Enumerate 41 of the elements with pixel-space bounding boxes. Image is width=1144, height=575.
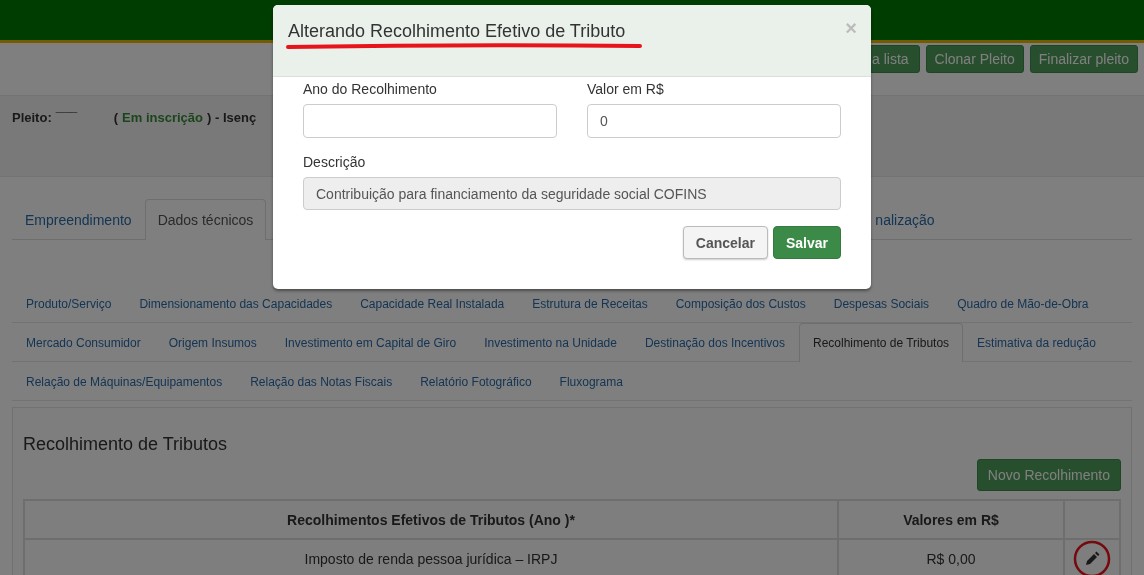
subtab[interactable]: Origem Insumos xyxy=(154,323,271,361)
field-label: Valor em R$ xyxy=(587,81,664,97)
subtab[interactable]: Mercado Consumidor xyxy=(12,323,155,361)
header-button[interactable]: a lista xyxy=(869,45,920,73)
subtab[interactable]: Estimativa da redução xyxy=(963,323,1110,361)
header-button[interactable]: Clonar Pleito xyxy=(925,45,1024,73)
tab[interactable]: Empreendimento xyxy=(12,199,145,239)
subtab[interactable]: Relação de Máquinas/Equipamentos xyxy=(12,362,237,400)
pencil-icon[interactable] xyxy=(1084,551,1100,568)
new-button[interactable]: Novo Recolhimento xyxy=(976,459,1121,491)
subtab[interactable]: Fluxograma xyxy=(545,362,637,400)
input-field[interactable]: 0 xyxy=(587,104,841,138)
header-button[interactable]: Finalizar pleito xyxy=(1029,45,1138,73)
pleito-paren: ( xyxy=(113,110,119,125)
subtab[interactable]: Relatório Fotográfico xyxy=(406,362,546,400)
pleito-value: ¯¯¯ xyxy=(55,110,79,125)
subtab[interactable]: Investimento na Unidade xyxy=(470,323,631,361)
field-label: Ano do Recolhimento xyxy=(303,81,437,97)
column-header: Recolhimentos Efetivos de Tributos (Ano )* xyxy=(24,500,838,539)
table-cell: Imposto de renda pessoa jurídica – IRPJ xyxy=(24,539,838,575)
tab[interactable]: nalização xyxy=(874,199,948,239)
close-button[interactable]: × xyxy=(845,17,857,40)
input-field[interactable] xyxy=(303,104,557,138)
pleito-status: Em inscrição xyxy=(122,110,203,125)
subtab[interactable]: Produto/Serviço xyxy=(12,284,126,322)
field-label: Descrição xyxy=(303,154,366,170)
pleito-label: Pleito: xyxy=(12,110,52,125)
subtab[interactable]: Quadro de Mão-de-Obra xyxy=(943,284,1103,322)
subtab[interactable]: Dimensionamento das Capacidades xyxy=(125,284,347,322)
tab[interactable]: Dados técnicos xyxy=(144,199,267,240)
subtab[interactable]: Investimento em Capital de Giro xyxy=(270,323,471,361)
pleito-text: ) - Isenç xyxy=(207,110,257,125)
modal-title: Alterando Recolhimento Efetivo de Tributo xyxy=(288,21,626,42)
save-button[interactable]: Salvar xyxy=(772,226,841,259)
subtab[interactable]: Relação das Notas Fiscais xyxy=(236,362,407,400)
subtab[interactable]: Despesas Sociais xyxy=(819,284,944,322)
section-title: Recolhimento de Tributos xyxy=(23,434,229,455)
column-header: Valores em R$ xyxy=(838,500,1064,539)
subtab[interactable]: Recolhimento de Tributos xyxy=(799,323,964,362)
cancel-button[interactable]: Cancelar xyxy=(682,226,768,259)
subtab[interactable]: Destinação dos Incentivos xyxy=(630,323,799,361)
